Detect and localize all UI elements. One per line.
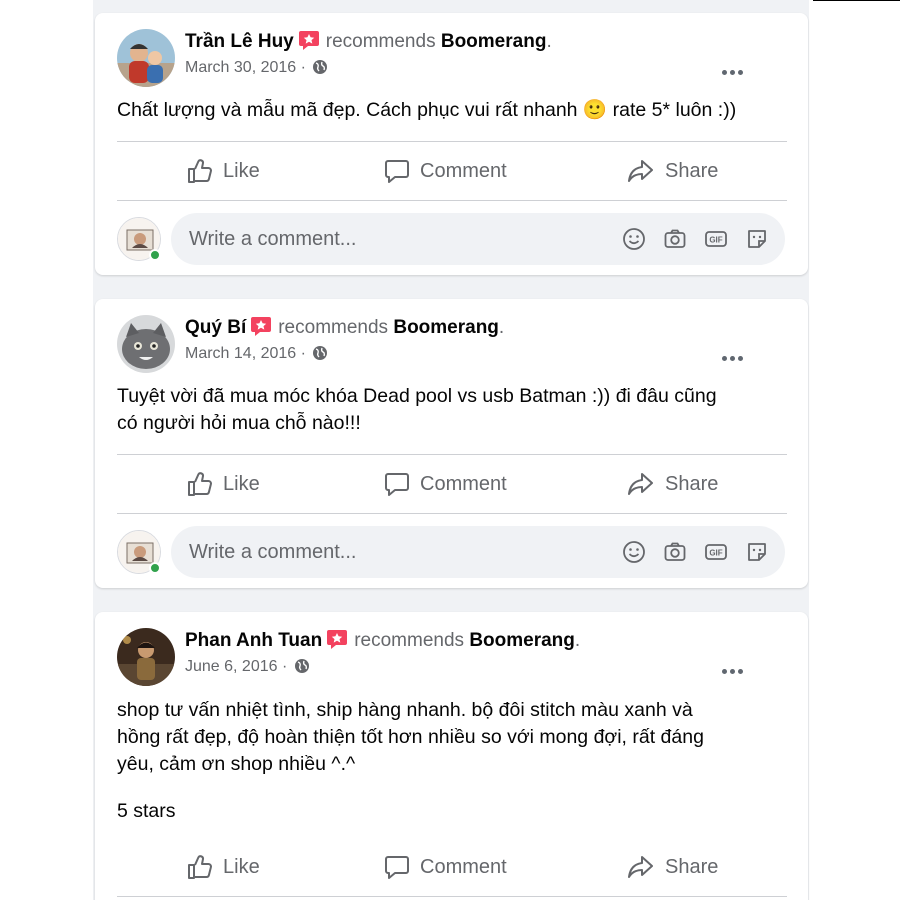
more-options-icon[interactable] xyxy=(717,351,747,365)
like-button[interactable]: Like xyxy=(187,143,260,199)
globe-icon xyxy=(294,659,309,673)
comment-label: Comment xyxy=(420,855,507,878)
divider xyxy=(117,141,787,142)
post-date: March 30, 2016 · xyxy=(185,59,328,77)
author-avatar[interactable] xyxy=(117,628,175,686)
page-name[interactable]: Boomerang xyxy=(393,317,499,338)
page-suffix: . xyxy=(574,630,581,651)
gif-icon[interactable]: GIF xyxy=(704,540,728,564)
page-suffix: . xyxy=(546,31,552,52)
recommendation-badge-icon xyxy=(250,316,272,344)
post-card: Trần Lê Huy recommends Boomerang. March 3… xyxy=(95,13,808,275)
post-actions: Like Comment Share xyxy=(117,839,787,895)
author-avatar[interactable] xyxy=(117,29,175,87)
post-card: Phan Anh Tuan recommends Boomerang. June … xyxy=(95,612,808,900)
share-button[interactable]: Share xyxy=(627,143,718,199)
more-options-icon[interactable] xyxy=(717,65,747,79)
author-name[interactable]: Quý Bí xyxy=(185,317,246,338)
comment-button[interactable]: Comment xyxy=(384,839,507,895)
post-actions: Like Comment Share xyxy=(117,143,787,199)
post-date-text[interactable]: March 14, 2016 · xyxy=(185,345,306,362)
like-button[interactable]: Like xyxy=(187,456,260,512)
like-label: Like xyxy=(223,472,260,495)
divider xyxy=(117,200,787,201)
divider xyxy=(117,513,787,514)
recommends-text: recommends xyxy=(354,630,465,651)
post-header: Quý Bí recommends Boomerang. March 14, 20… xyxy=(117,315,777,373)
post-header: Phan Anh Tuan recommends Boomerang. June … xyxy=(117,628,777,686)
post-text: Chất lượng và mẫu mã đẹp. Cách phục vui … xyxy=(117,99,737,121)
emoji-icon[interactable] xyxy=(622,540,646,564)
comment-icon xyxy=(385,856,409,879)
page-suffix: . xyxy=(498,317,505,338)
post-date: March 14, 2016 · xyxy=(185,345,328,363)
camera-icon[interactable] xyxy=(663,540,687,564)
post-attribution: Quý Bí recommends Boomerang. xyxy=(185,315,504,344)
share-icon xyxy=(628,473,653,495)
globe-icon xyxy=(313,346,328,360)
sticker-icon[interactable] xyxy=(745,540,769,564)
post-text: shop tư vấn nhiệt tình, ship hàng nhanh.… xyxy=(117,699,704,775)
svg-text:GIF: GIF xyxy=(709,236,722,245)
globe-icon xyxy=(313,60,328,74)
author-name[interactable]: Phan Anh Tuan xyxy=(185,630,322,651)
comment-composer: GIF xyxy=(117,213,787,265)
composer-icons: GIF xyxy=(622,540,769,564)
comment-label: Comment xyxy=(420,472,507,495)
share-label: Share xyxy=(665,472,719,495)
recommendation-badge-icon xyxy=(298,30,320,58)
online-status-dot xyxy=(149,562,161,574)
page-name[interactable]: Boomerang xyxy=(469,630,575,651)
author-name[interactable]: Trần Lê Huy xyxy=(185,31,294,52)
post-date-text[interactable]: March 30, 2016 · xyxy=(185,59,306,76)
like-label: Like xyxy=(223,855,260,878)
share-icon xyxy=(628,160,653,182)
emoji-icon[interactable] xyxy=(622,227,646,251)
top-edge-line xyxy=(813,0,900,1)
like-button[interactable]: Like xyxy=(187,839,260,895)
post-card: Quý Bí recommends Boomerang. March 14, 20… xyxy=(95,299,808,588)
post-text: Tuyệt vời đã mua móc khóa Dead pool vs u… xyxy=(117,385,717,434)
current-user-avatar[interactable] xyxy=(117,530,161,574)
svg-text:GIF: GIF xyxy=(709,549,722,558)
comment-label: Comment xyxy=(420,159,507,182)
current-user-avatar[interactable] xyxy=(117,217,161,261)
star-rating-text: 5 stars xyxy=(117,800,176,822)
share-icon xyxy=(628,856,653,878)
author-avatar[interactable] xyxy=(117,315,175,373)
like-label: Like xyxy=(223,159,260,182)
post-header: Trần Lê Huy recommends Boomerang. March 3… xyxy=(117,29,777,87)
online-status-dot xyxy=(149,249,161,261)
recommends-text: recommends xyxy=(325,31,436,52)
post-actions: Like Comment Share xyxy=(117,456,787,512)
recommends-text: recommends xyxy=(278,317,389,338)
like-icon xyxy=(188,159,212,183)
gif-icon[interactable]: GIF xyxy=(704,227,728,251)
post-attribution: Phan Anh Tuan recommends Boomerang. xyxy=(185,628,580,657)
comment-button[interactable]: Comment xyxy=(384,143,507,199)
post-attribution: Trần Lê Huy recommends Boomerang. xyxy=(185,29,552,58)
share-button[interactable]: Share xyxy=(627,839,718,895)
comment-button[interactable]: Comment xyxy=(384,456,507,512)
divider xyxy=(117,454,787,455)
like-icon xyxy=(188,472,212,496)
share-label: Share xyxy=(665,855,719,878)
sticker-icon[interactable] xyxy=(745,227,769,251)
comment-composer: GIF xyxy=(117,526,787,578)
page-name[interactable]: Boomerang xyxy=(441,31,547,52)
post-date-text[interactable]: June 6, 2016 · xyxy=(185,658,287,675)
composer-icons: GIF xyxy=(622,227,769,251)
divider xyxy=(117,896,787,897)
more-options-icon[interactable] xyxy=(717,664,747,678)
comment-icon xyxy=(385,160,409,183)
recommendation-badge-icon xyxy=(326,629,348,657)
share-label: Share xyxy=(665,159,719,182)
camera-icon[interactable] xyxy=(663,227,687,251)
share-button[interactable]: Share xyxy=(627,456,718,512)
post-date: June 6, 2016 · xyxy=(185,658,310,676)
like-icon xyxy=(188,855,212,879)
comment-icon xyxy=(385,473,409,496)
